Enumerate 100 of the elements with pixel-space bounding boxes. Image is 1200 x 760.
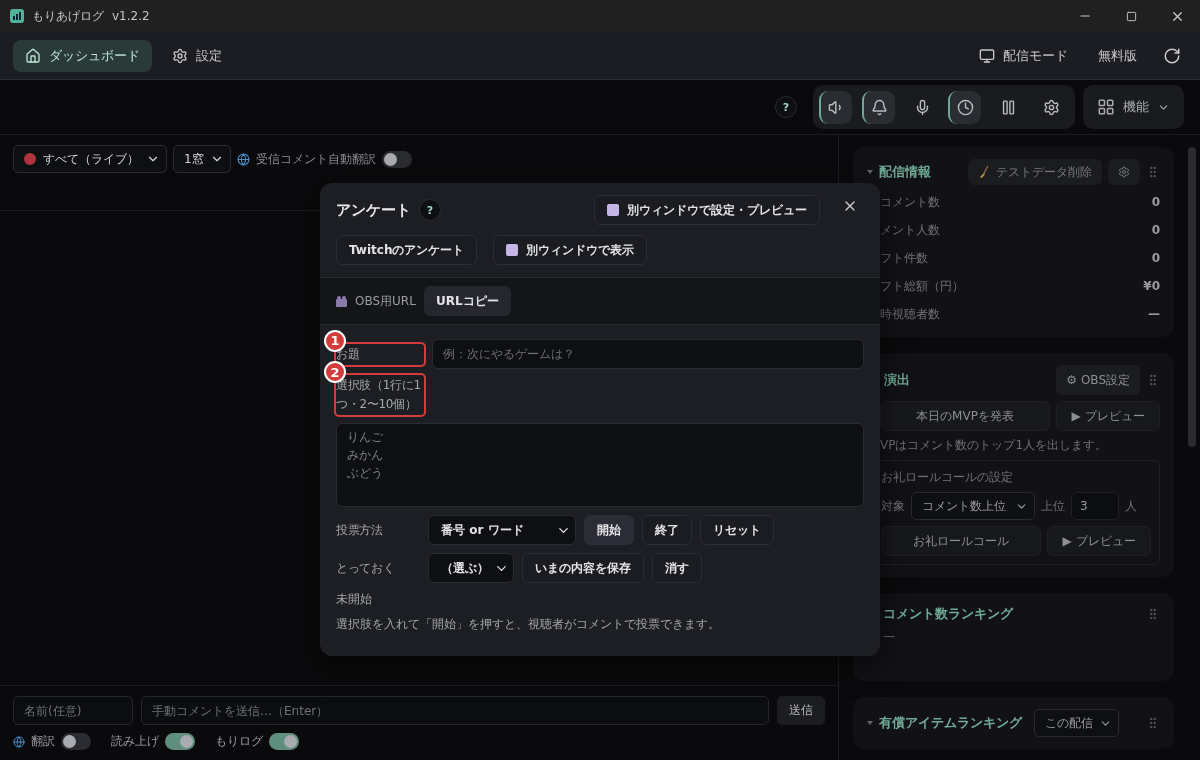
toggle-switch[interactable] <box>165 733 195 750</box>
bell-icon <box>871 98 888 116</box>
save-action-button[interactable]: 消す <box>652 553 702 583</box>
grid-icon <box>1097 98 1115 116</box>
settings-icon <box>1043 98 1060 116</box>
top-count-field[interactable]: 3 <box>1071 492 1119 520</box>
poll-action-button[interactable]: リセット <box>700 515 774 545</box>
live-dot-icon <box>24 153 36 165</box>
toggle-label: 受信コメント自動翻訳 <box>255 150 376 168</box>
poll-status: 未開始 <box>336 591 373 608</box>
mvp-note: VPはコメント数のトップ1人を出します。 <box>879 437 1109 454</box>
toggle-label: もりログ <box>215 733 263 750</box>
comment-field[interactable]: 手動コメントを送信…（Enter） <box>141 696 769 725</box>
unit-label: 人 <box>1125 497 1137 515</box>
clear-test-data-button[interactable]: テストデータ削除 <box>968 159 1102 185</box>
field-label: とっておく <box>336 559 396 577</box>
help-button[interactable]: ? <box>775 96 797 118</box>
card-title: 配信情報 <box>879 163 931 181</box>
send-button[interactable]: 送信 <box>777 696 825 725</box>
pause-icon <box>1000 98 1017 116</box>
globe-icon <box>236 152 250 166</box>
target-label: 対象 <box>881 497 905 515</box>
obs-url-label: OBS用URL <box>355 292 416 310</box>
toggle-switch[interactable] <box>61 733 91 750</box>
globe-icon <box>13 735 25 748</box>
empty-value: — <box>882 629 896 643</box>
poll-action-button[interactable]: 終了 <box>642 515 692 545</box>
stat-value: ¥0 <box>1143 279 1160 293</box>
scope-dropdown[interactable]: この配信 <box>1034 709 1119 737</box>
toggle-switch[interactable] <box>269 733 299 750</box>
name-field[interactable]: 名前(任意) <box>13 696 133 725</box>
microphone-icon <box>914 98 931 116</box>
plan-button[interactable]: 無料版 <box>1088 39 1147 72</box>
features-button[interactable]: 機能 <box>1083 85 1184 129</box>
saved-slot-dropdown[interactable]: （選ぶ） <box>428 553 514 583</box>
toggle-label: 翻訳 <box>31 733 55 750</box>
card-title: 有償アイテムランキング <box>879 714 1022 732</box>
square-icon <box>506 244 519 256</box>
home-icon <box>25 47 41 64</box>
caret-icon <box>867 721 873 725</box>
placeholder-text: ぶどう <box>347 465 383 482</box>
save-action-button[interactable]: いまの内容を保存 <box>522 553 644 583</box>
field-label: 投票方法 <box>336 521 384 539</box>
toolbar-toggle[interactable] <box>862 90 895 124</box>
dialog-title: アンケート <box>336 200 411 220</box>
target-dropdown[interactable]: コメント数上位 <box>911 492 1035 520</box>
settings-icon <box>1118 166 1130 178</box>
step-number: 1 <box>324 329 346 352</box>
refresh-icon <box>1163 46 1181 65</box>
card-title: コメント数ランキング <box>883 605 1013 623</box>
settings-button[interactable] <box>1108 159 1140 185</box>
poll-action-button[interactable]: 開始 <box>584 515 634 545</box>
popout-view-button[interactable]: 別ウィンドウで表示 <box>493 235 648 265</box>
broom-icon <box>978 165 990 179</box>
preview-button[interactable]: ▶ プレビュー <box>1047 526 1151 556</box>
settings-icon <box>172 47 188 64</box>
help-button[interactable]: ? <box>419 199 441 221</box>
popout-settings-button[interactable]: 別ウィンドウで設定・プレビュー <box>594 195 820 225</box>
nav-tab[interactable]: ダッシュボード <box>13 39 152 72</box>
obs-settings-button[interactable]: ⚙ OBS設定 <box>1056 365 1140 395</box>
toggle-label: 読み上げ <box>111 733 159 750</box>
stat-label: 時視聴者数 <box>880 305 940 323</box>
stat-value: — <box>1148 307 1160 321</box>
poll-hint: 選択肢を入れて「開始」を押すと、視聴者がコメントで投票できます。 <box>336 616 721 633</box>
stat-label: メント人数 <box>880 221 940 239</box>
stat-value: 0 <box>1151 195 1160 209</box>
toggle-switch[interactable] <box>381 150 412 168</box>
maximize-icon <box>1125 10 1137 22</box>
rollcall-title: お礼ロールコールの設定 <box>881 469 1014 486</box>
nav-tab[interactable]: 設定 <box>160 39 234 72</box>
camera-icon <box>336 295 347 307</box>
toolbar-toggle[interactable] <box>948 90 981 124</box>
twitch-poll-button[interactable]: Twitchのアンケート <box>336 235 478 265</box>
top-label: 上位 <box>1041 497 1065 515</box>
app-logo-icon <box>10 9 24 23</box>
window-title: もりあげログ <box>32 7 104 25</box>
stat-label: コメント数 <box>880 193 940 211</box>
stream-mode-button[interactable]: 配信モード <box>969 39 1078 72</box>
stat-value: 0 <box>1151 251 1160 265</box>
app-version: v1.2.2 <box>112 9 150 23</box>
topic-field[interactable]: 例：次にやるゲームは？ <box>432 339 864 369</box>
choices-field[interactable]: りんご みかん ぶどう <box>336 423 864 507</box>
vote-method-dropdown[interactable]: 番号 or ワード <box>428 515 576 545</box>
stat-label: フト件数 <box>880 249 928 267</box>
monitor-icon <box>979 47 995 64</box>
square-icon <box>607 204 619 216</box>
rollcall-button[interactable]: お礼ロールコール <box>881 526 1041 556</box>
copy-url-button[interactable]: URLコピー <box>423 286 511 316</box>
mvp-button[interactable]: 本日のMVPを発表 <box>880 401 1050 431</box>
clock-icon <box>957 98 974 116</box>
placeholder-text: みかん <box>347 447 383 464</box>
stat-label: フト総額（円） <box>880 277 964 295</box>
scrollbar[interactable] <box>1188 147 1196 447</box>
caret-icon <box>867 170 873 174</box>
card-title: 演出 <box>884 371 910 389</box>
stat-value: 0 <box>1151 223 1160 237</box>
preview-button[interactable]: ▶ プレビュー <box>1056 401 1160 431</box>
source-dropdown[interactable]: すべて（ライブ） <box>13 145 167 173</box>
toolbar-toggle[interactable] <box>819 90 852 124</box>
window-count-dropdown[interactable]: 1窓 <box>173 145 231 173</box>
